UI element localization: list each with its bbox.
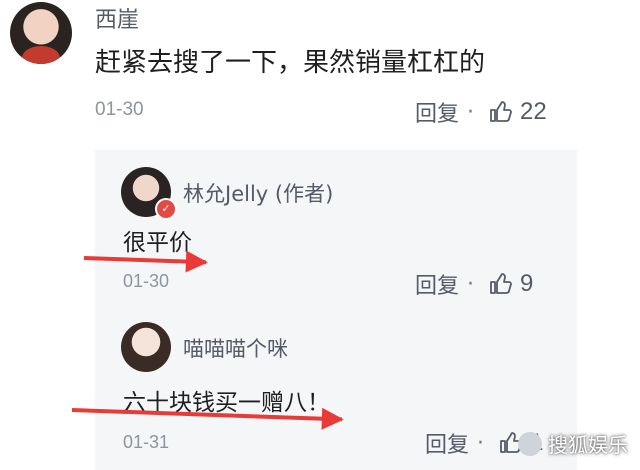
thumbs-up-icon[interactable] — [488, 272, 512, 296]
avatar[interactable] — [10, 2, 72, 64]
sohu-logo-icon — [518, 431, 542, 456]
reply-button[interactable]: 回复 — [415, 268, 459, 300]
like-count: 9 — [520, 270, 534, 297]
verified-icon: ✓ — [155, 198, 177, 220]
comment-date: 01-30 — [95, 99, 144, 120]
username[interactable]: 西崖 — [95, 2, 139, 34]
comment-text: 赶紧去搜了一下，果然销量杠杠的 — [95, 48, 486, 78]
reply-date: 01-30 — [123, 271, 170, 291]
separator-dot: · — [467, 271, 475, 297]
avatar[interactable] — [121, 322, 171, 372]
thumbs-up-icon[interactable] — [488, 100, 512, 124]
like-count: 22 — [520, 98, 547, 125]
reply-username[interactable]: 林允Jelly (作者) — [183, 178, 333, 208]
comment-actions: 回复 · 22 — [415, 96, 547, 128]
reply-text: 很平价 — [123, 230, 192, 256]
watermark-text: 搜狐娱乐 — [548, 433, 628, 457]
watermark: 搜狐娱乐 — [518, 429, 628, 458]
reply-button[interactable]: 回复 — [415, 96, 459, 128]
separator-dot: · — [477, 430, 485, 456]
separator-dot: · — [467, 99, 475, 125]
reply-date: 01-31 — [123, 432, 170, 452]
reply-actions: 回复 · 9 — [415, 268, 533, 300]
reply-username[interactable]: 喵喵喵个咪 — [183, 333, 288, 363]
main-comment: 西崖 赶紧去搜了一下，果然销量杠杠的 01-30 回复 · 22 — [0, 0, 640, 150]
reply-button[interactable]: 回复 — [425, 427, 469, 459]
